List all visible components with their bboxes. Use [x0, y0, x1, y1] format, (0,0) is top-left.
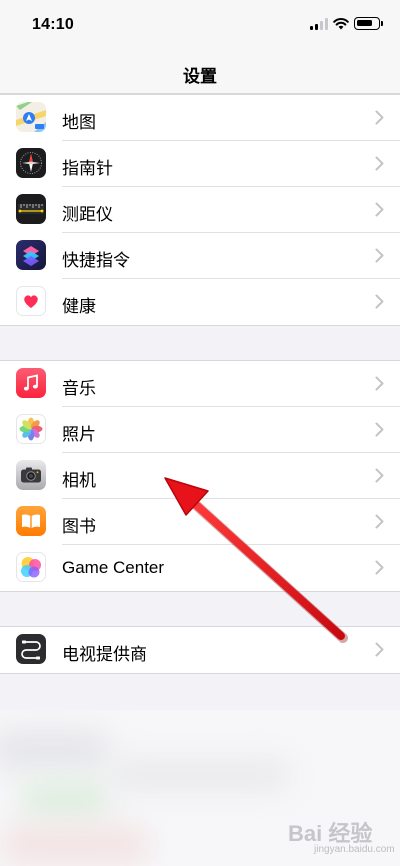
health-icon	[16, 286, 46, 316]
chevron-right-icon	[375, 248, 384, 263]
maps-icon	[16, 102, 46, 132]
settings-row-photos[interactable]: 照片	[0, 407, 400, 453]
wifi-icon	[333, 18, 349, 30]
chevron-right-icon	[375, 514, 384, 529]
chevron-right-icon	[375, 642, 384, 657]
status-time: 14:10	[32, 16, 74, 33]
settings-row-shortcuts[interactable]: 快捷指令	[0, 233, 400, 279]
tv-provider-icon	[16, 634, 46, 664]
battery-icon	[354, 17, 383, 30]
settings-row-label: 音乐	[62, 379, 96, 398]
settings-row-music[interactable]: 音乐	[0, 361, 400, 407]
compass-icon	[16, 148, 46, 178]
music-icon	[16, 368, 46, 398]
settings-group-1: 地图 指南针 测距仪 快捷指令 健康	[0, 94, 400, 326]
settings-row-label: 相机	[62, 471, 96, 490]
photos-icon	[16, 414, 46, 444]
settings-row-measure[interactable]: 测距仪	[0, 187, 400, 233]
settings-group-2: 音乐 照片 相机 图书 Game Center	[0, 360, 400, 592]
battery-level	[357, 20, 373, 26]
chevron-right-icon	[375, 422, 384, 437]
chevron-right-icon	[375, 202, 384, 217]
settings-row-tv-provider[interactable]: 电视提供商	[0, 627, 400, 673]
settings-row-label: 照片	[62, 425, 96, 444]
settings-row-label: 快捷指令	[62, 251, 130, 270]
settings-row-label: 健康	[62, 297, 96, 316]
settings-row-health[interactable]: 健康	[0, 279, 400, 325]
status-bar: 14:10	[0, 0, 400, 50]
settings-row-label: 测距仪	[62, 205, 113, 224]
chevron-right-icon	[375, 560, 384, 575]
camera-icon	[16, 460, 46, 490]
cellular-signal-icon	[310, 18, 328, 30]
shortcuts-icon	[16, 240, 46, 270]
chevron-right-icon	[375, 376, 384, 391]
books-icon	[16, 506, 46, 536]
settings-row-label: 指南针	[62, 159, 113, 178]
settings-row-game-center[interactable]: Game Center	[0, 545, 400, 591]
settings-row-label: 地图	[62, 113, 96, 132]
settings-row-camera[interactable]: 相机	[0, 453, 400, 499]
game-center-icon	[16, 552, 46, 582]
chevron-right-icon	[375, 468, 384, 483]
settings-group-3: 电视提供商	[0, 626, 400, 674]
settings-row-label: 图书	[62, 517, 96, 536]
settings-row-books[interactable]: 图书	[0, 499, 400, 545]
chevron-right-icon	[375, 156, 384, 171]
settings-row-compass[interactable]: 指南针	[0, 141, 400, 187]
settings-row-label: 电视提供商	[62, 645, 147, 664]
settings-row-maps[interactable]: 地图	[0, 95, 400, 141]
chevron-right-icon	[375, 110, 384, 125]
watermark-subtext: jingyan.baidu.com	[314, 844, 395, 855]
baidu-watermark: Bai 经验 jingyan.baidu.com	[282, 812, 395, 860]
page-title: 设置	[183, 67, 217, 86]
chevron-right-icon	[375, 294, 384, 309]
settings-row-label: Game Center	[62, 558, 165, 577]
measure-icon	[16, 194, 46, 224]
nav-bar: 设置	[0, 50, 400, 94]
